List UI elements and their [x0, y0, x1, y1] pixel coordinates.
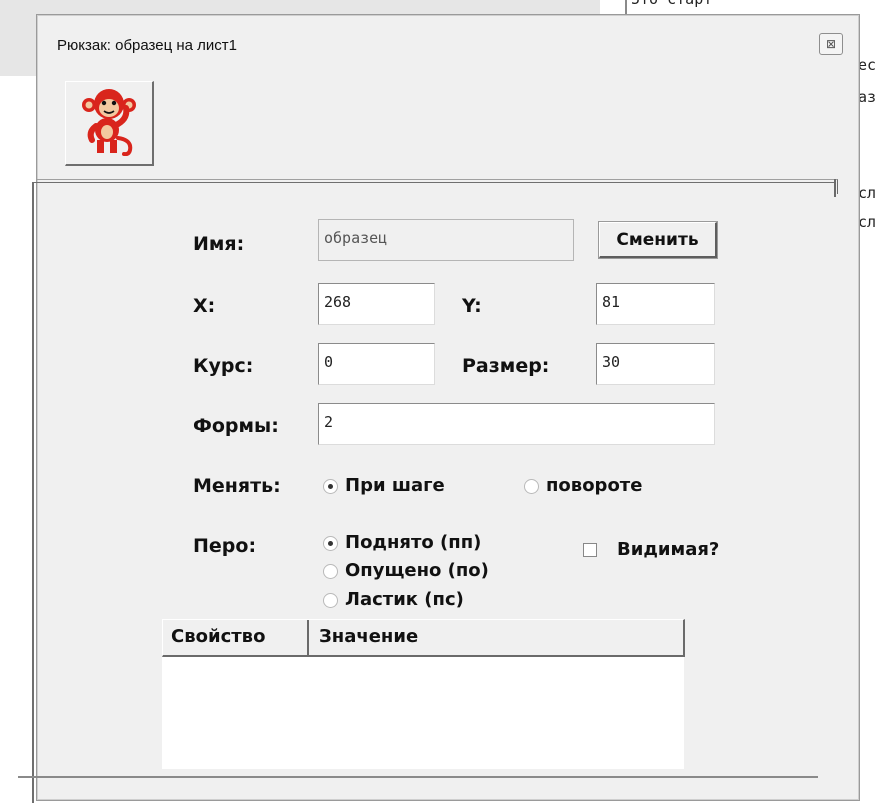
pen-down-radio[interactable] — [323, 564, 338, 579]
shapes-field[interactable]: 2 — [318, 403, 715, 445]
size-label: Размер: — [462, 355, 550, 377]
code-line: сл — [858, 184, 877, 202]
separator-edge — [834, 179, 836, 197]
code-line: ес — [858, 56, 877, 74]
table-header: Свойство Значение — [162, 619, 685, 657]
change-button[interactable]: Сменить — [599, 222, 717, 258]
dialog-title: Рюкзак: образец на лист1 — [57, 37, 237, 54]
pen-down-label[interactable]: Опущено (по) — [345, 560, 489, 581]
properties-table[interactable]: Свойство Значение — [162, 619, 685, 769]
pen-eraser-radio[interactable] — [323, 593, 338, 608]
visible-checkbox[interactable] — [583, 543, 597, 557]
code-line: сл — [858, 213, 877, 231]
code-line: 5тб старт — [631, 0, 712, 8]
name-label: Имя: — [193, 233, 245, 255]
monkey-icon — [82, 89, 136, 156]
column-header-value[interactable]: Значение — [311, 620, 681, 655]
shapes-label: Формы: — [193, 415, 279, 437]
pen-up-label[interactable]: Поднято (пп) — [345, 532, 481, 553]
pen-up-radio[interactable] — [323, 536, 338, 551]
change-on-label: Менять: — [193, 475, 281, 497]
change-on-turn-label[interactable]: повороте — [546, 475, 642, 496]
visible-label[interactable]: Видимая? — [617, 539, 719, 560]
column-header-property[interactable]: Свойство — [163, 620, 309, 655]
pen-eraser-label[interactable]: Ластик (пс) — [345, 589, 464, 610]
code-line: аз — [858, 88, 877, 106]
sprite-button[interactable] — [65, 81, 154, 166]
x-field[interactable]: 268 — [318, 283, 435, 325]
pen-label: Перо: — [193, 535, 257, 557]
change-on-step-label[interactable]: При шаге — [345, 475, 445, 496]
dialog-titlebar[interactable]: Рюкзак: образец на лист1 ⊠ — [37, 15, 859, 73]
name-field[interactable]: образец — [318, 219, 574, 261]
y-field[interactable]: 81 — [596, 283, 715, 325]
x-label: X: — [193, 295, 216, 317]
heading-label: Курс: — [193, 355, 254, 377]
close-button[interactable]: ⊠ — [819, 33, 843, 55]
dialog-bottom-edge — [18, 776, 818, 778]
size-field[interactable]: 30 — [596, 343, 715, 385]
change-on-turn-radio[interactable] — [524, 479, 539, 494]
y-label: Y: — [462, 295, 482, 317]
close-icon: ⊠ — [825, 37, 837, 51]
change-on-step-radio[interactable] — [323, 479, 338, 494]
heading-field[interactable]: 0 — [318, 343, 435, 385]
